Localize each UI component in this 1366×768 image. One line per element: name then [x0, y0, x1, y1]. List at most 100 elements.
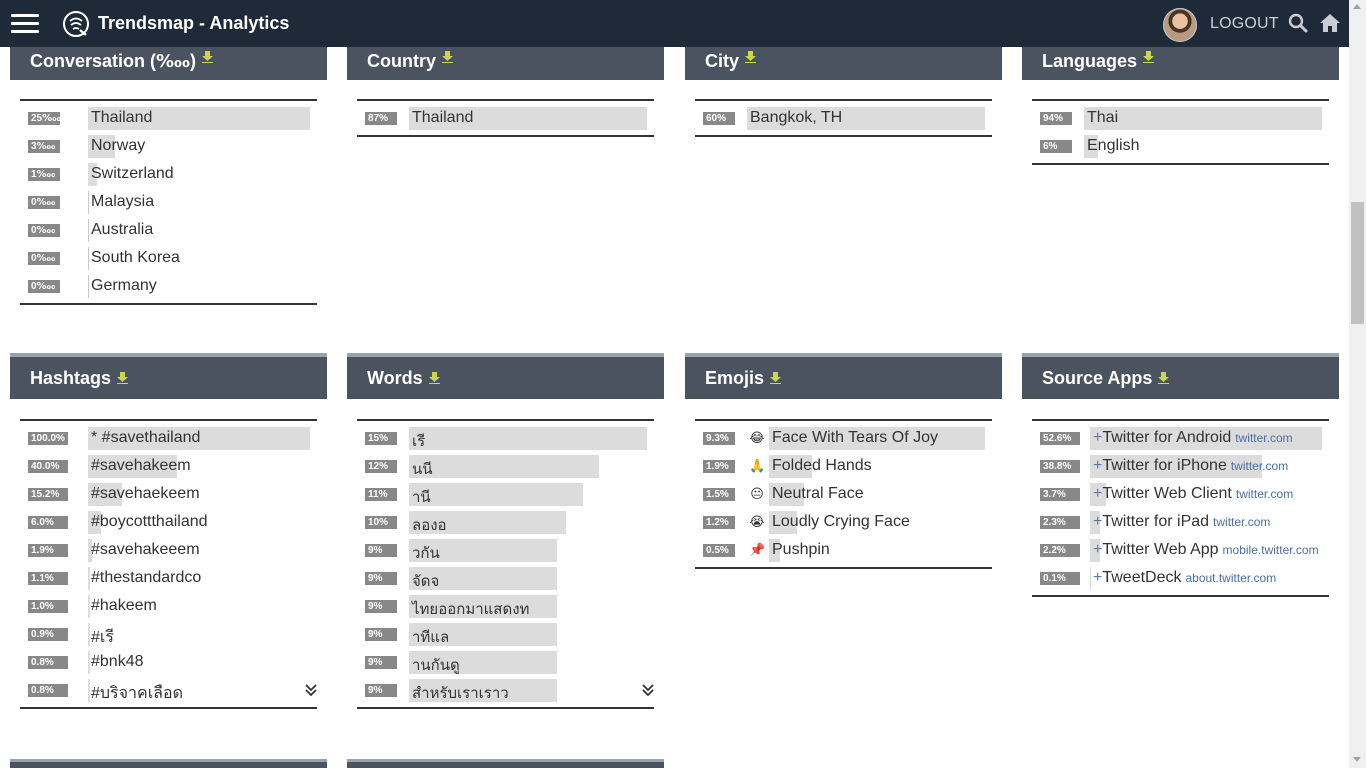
hamburger-menu-icon[interactable] [11, 14, 39, 34]
double-chevron-down-icon[interactable] [305, 683, 317, 697]
add-plus-icon[interactable]: + [1093, 429, 1102, 446]
scroll-up-arrow-icon[interactable] [1353, 4, 1361, 9]
list-item[interactable]: 87% Thailand [357, 104, 654, 132]
logout-button[interactable]: LOGOUT [1210, 15, 1279, 33]
vertical-scrollbar[interactable] [1349, 0, 1366, 768]
list-item[interactable]: 0.8% #บริจาคเลือด [20, 676, 317, 704]
add-plus-icon[interactable]: + [1093, 541, 1102, 558]
download-icon[interactable] [745, 51, 757, 63]
item-label[interactable]: #savehakeeem [91, 541, 200, 559]
item-label[interactable]: ลองอ [412, 513, 447, 537]
item-label[interactable]: #savehakeem [91, 457, 191, 475]
item-label[interactable]: +Twitter for Android twitter.com [1093, 429, 1293, 447]
home-icon[interactable] [1319, 12, 1341, 34]
item-label[interactable]: Bangkok, TH [750, 109, 842, 127]
download-icon[interactable] [1158, 372, 1170, 384]
item-label[interactable]: านกันดู [412, 653, 460, 677]
item-label[interactable]: Thai [1087, 109, 1118, 127]
list-item[interactable]: 3.7% +Twitter Web Client twitter.com [1032, 480, 1329, 508]
item-label[interactable]: #thestandardco [91, 569, 201, 587]
list-item[interactable]: 100.0% * #savethailand [20, 424, 317, 452]
download-icon[interactable] [1143, 51, 1155, 63]
item-label[interactable]: +TweetDeck about.twitter.com [1093, 569, 1276, 587]
list-item[interactable]: 52.6% +Twitter for Android twitter.com [1032, 424, 1329, 452]
list-item[interactable]: 1‱ Switzerland [20, 160, 317, 188]
add-plus-icon[interactable]: + [1093, 569, 1102, 586]
item-label[interactable]: Switzerland [91, 165, 174, 183]
list-item[interactable]: 0.9% #เรี [20, 620, 317, 648]
add-plus-icon[interactable]: + [1093, 485, 1102, 502]
list-item[interactable]: 0.1% +TweetDeck about.twitter.com [1032, 564, 1329, 592]
list-item[interactable]: 9% านกันดู [357, 648, 654, 676]
source-app-link[interactable]: twitter.com [1231, 459, 1288, 473]
scrollbar-thumb[interactable] [1351, 202, 1364, 324]
source-app-link[interactable]: about.twitter.com [1185, 571, 1276, 585]
item-label[interactable]: #bnk48 [91, 653, 144, 671]
item-label[interactable]: #บริจาคเลือด [91, 681, 183, 706]
item-label[interactable]: Face With Tears Of Joy [772, 429, 938, 447]
app-title[interactable]: Trendsmap - Analytics [98, 13, 289, 34]
add-plus-icon[interactable]: + [1093, 513, 1102, 530]
user-avatar[interactable] [1163, 8, 1197, 42]
item-label[interactable]: จัดจ [412, 569, 439, 593]
list-item[interactable]: 11% านี [357, 480, 654, 508]
item-label[interactable]: #savehaekeem [91, 485, 200, 503]
download-icon[interactable] [770, 372, 782, 384]
item-label[interactable]: +Twitter for iPhone twitter.com [1093, 457, 1288, 475]
item-label[interactable]: English [1087, 137, 1139, 155]
list-item[interactable]: 3‱ Norway [20, 132, 317, 160]
list-item[interactable]: 9% าทีแล [357, 620, 654, 648]
list-item[interactable]: 2.2% +Twitter Web App mobile.twitter.com [1032, 536, 1329, 564]
list-item[interactable]: 1.1% #thestandardco [20, 564, 317, 592]
download-icon[interactable] [428, 372, 440, 384]
item-label[interactable]: South Korea [91, 249, 180, 267]
item-label[interactable]: Australia [91, 221, 153, 239]
item-label[interactable]: Norway [91, 137, 145, 155]
list-item[interactable]: 6.0% #boycottthailand [20, 508, 317, 536]
scroll-down-arrow-icon[interactable] [1353, 757, 1361, 762]
item-label[interactable]: Loudly Crying Face [772, 513, 910, 531]
item-label[interactable]: วกัน [412, 541, 440, 565]
list-item[interactable]: 1.9% #savehakeeem [20, 536, 317, 564]
list-item[interactable]: 25‱ Thailand [20, 104, 317, 132]
item-label[interactable]: +Twitter Web Client twitter.com [1093, 485, 1293, 503]
item-label[interactable]: Neutral Face [772, 485, 864, 503]
item-label[interactable]: Thailand [91, 109, 152, 127]
list-item[interactable]: 40.0% #savehakeem [20, 452, 317, 480]
list-item[interactable]: 2.3% +Twitter for iPad twitter.com [1032, 508, 1329, 536]
item-label[interactable]: นนี [412, 457, 433, 481]
item-label[interactable]: Malaysia [91, 193, 154, 211]
item-label[interactable]: +Twitter for iPad twitter.com [1093, 513, 1270, 531]
item-label[interactable]: * #savethailand [91, 429, 200, 447]
list-item[interactable]: 15.2% #savehaekeem [20, 480, 317, 508]
item-label[interactable]: ไทยออกมาแสดงท [412, 597, 529, 621]
item-label[interactable]: Germany [91, 277, 157, 295]
download-icon[interactable] [117, 372, 129, 384]
list-item[interactable]: 9.3% 😂 Face With Tears Of Joy [695, 424, 992, 452]
source-app-link[interactable]: twitter.com [1213, 515, 1270, 529]
list-item[interactable]: 12% นนี [357, 452, 654, 480]
item-label[interactable]: #hakeem [91, 597, 157, 615]
list-item[interactable]: 0‱ Malaysia [20, 188, 317, 216]
item-label[interactable]: สำหรับเราเราว [412, 681, 509, 705]
item-label[interactable]: Pushpin [772, 541, 830, 559]
source-app-link[interactable]: mobile.twitter.com [1223, 543, 1319, 557]
list-item[interactable]: 1.5% 😐 Neutral Face [695, 480, 992, 508]
add-plus-icon[interactable]: + [1093, 457, 1102, 474]
double-chevron-down-icon[interactable] [642, 683, 654, 697]
list-item[interactable]: 1.0% #hakeem [20, 592, 317, 620]
list-item[interactable]: 9% สำหรับเราเราว [357, 676, 654, 704]
list-item[interactable]: 9% ไทยออกมาแสดงท [357, 592, 654, 620]
item-label[interactable]: าทีแล [412, 625, 449, 649]
list-item[interactable]: 10% ลองอ [357, 508, 654, 536]
list-item[interactable]: 94% Thai [1032, 104, 1329, 132]
list-item[interactable]: 38.8% +Twitter for iPhone twitter.com [1032, 452, 1329, 480]
download-icon[interactable] [201, 51, 213, 63]
list-item[interactable]: 15% เรี [357, 424, 654, 452]
list-item[interactable]: 9% จัดจ [357, 564, 654, 592]
source-app-link[interactable]: twitter.com [1236, 487, 1293, 501]
list-item[interactable]: 0‱ South Korea [20, 244, 317, 272]
list-item[interactable]: 9% วกัน [357, 536, 654, 564]
search-icon[interactable] [1288, 13, 1308, 33]
item-label[interactable]: Thailand [412, 109, 473, 127]
